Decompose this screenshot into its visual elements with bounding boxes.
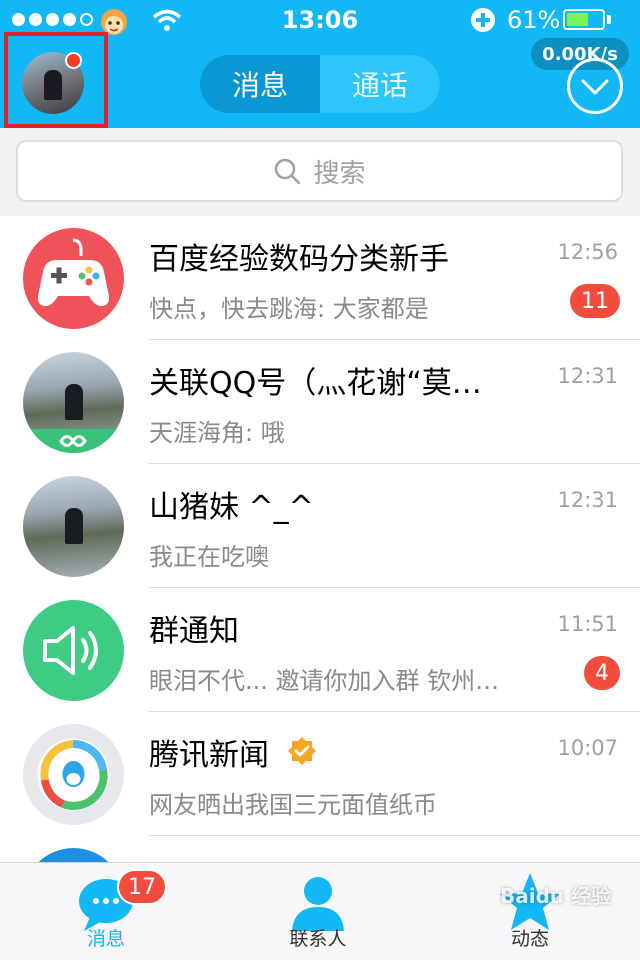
watermark: Baidu 经验: [500, 884, 612, 908]
add-circle-icon: [471, 8, 495, 32]
avatar-figure: [65, 508, 83, 544]
conversation-time: 12:56: [557, 240, 618, 264]
speaker-icon: [43, 626, 98, 675]
search-input[interactable]: 搜索: [16, 140, 623, 202]
unread-badge: 11: [570, 284, 620, 318]
conversation-time: 11:51: [557, 612, 618, 636]
conversation-title: 腾讯新闻: [149, 738, 269, 773]
tab-bar-messages[interactable]: 17 消息: [46, 863, 167, 960]
group-notice-avatar: [23, 600, 124, 701]
conversation-time: 12:31: [557, 364, 618, 388]
conversation-time: 10:07: [557, 736, 618, 760]
unread-badge: 4: [584, 656, 620, 690]
battery-cap: [607, 15, 611, 24]
search-icon: [275, 158, 301, 185]
conversation-title: 山猪妹 ^_^: [149, 490, 314, 525]
conversation-title: 关联QQ号（灬花谢“莫…: [149, 366, 482, 401]
chevron-down-icon: [581, 79, 609, 95]
tencent-news-icon: [37, 738, 110, 811]
segmented-control: 消息 通话: [200, 55, 440, 113]
battery-icon: [563, 9, 605, 30]
infinity-icon: [59, 435, 87, 447]
conversation-row[interactable]: 山猪妹 ^_^ 12:31 我正在吃噢: [0, 464, 640, 588]
conversation-row[interactable]: 群通知 11:51 眼泪不代... 邀请你加入群 钦州… 4: [0, 588, 640, 712]
conversation-row[interactable]: 关联QQ号（灬花谢“莫… 12:31 天涯海角: 哦: [0, 340, 640, 464]
top-header: 13:06 61% 消息 通话 0.00K/s: [0, 0, 640, 128]
conversation-preview: 天涯海角: 哦: [149, 419, 285, 447]
linked-account-avatar: [23, 352, 124, 453]
link-strip: [23, 429, 124, 453]
search-placeholder: 搜索: [313, 158, 366, 189]
search-area: 搜索: [0, 128, 640, 216]
tab-label: 消息: [86, 928, 125, 950]
tab-unread-badge: 17: [117, 869, 167, 905]
highlight-annotation-box: [4, 32, 108, 128]
conversation-row[interactable]: 腾讯新闻 10:07 网友晒出我国三元面值纸币: [0, 712, 640, 836]
tab-calls[interactable]: 通话: [320, 55, 440, 113]
conversation-preview: 眼泪不代... 邀请你加入群 钦州…: [149, 667, 500, 695]
tab-bar-contacts[interactable]: 联系人: [258, 863, 378, 960]
contact-avatar: [23, 476, 124, 577]
avatar-figure: [65, 384, 83, 420]
battery-percent: 61%: [507, 6, 561, 34]
conversation-preview: 网友晒出我国三元面值纸币: [149, 791, 437, 819]
conversation-preview: 快点，快去跳海: 大家都是: [149, 295, 429, 323]
tab-label: 联系人: [289, 928, 347, 950]
conversation-list: 百度经验数码分类新手 12:56 快点，快去跳海: 大家都是 11 关联QQ号（…: [0, 216, 640, 960]
conversation-title: 百度经验数码分类新手: [149, 242, 449, 277]
tab-messages[interactable]: 消息: [200, 55, 320, 113]
gamepad-avatar: [23, 228, 124, 329]
conversation-preview: 我正在吃噢: [149, 543, 269, 571]
tencent-news-avatar: [23, 724, 124, 825]
conversation-title: 群通知: [149, 614, 239, 649]
verified-badge-icon: [288, 737, 316, 765]
conversation-time: 12:31: [557, 488, 618, 512]
more-menu-button[interactable]: [567, 58, 623, 114]
gamepad-icon: [37, 238, 110, 306]
conversation-row[interactable]: 百度经验数码分类新手 12:56 快点，快去跳海: 大家都是 11: [0, 216, 640, 340]
